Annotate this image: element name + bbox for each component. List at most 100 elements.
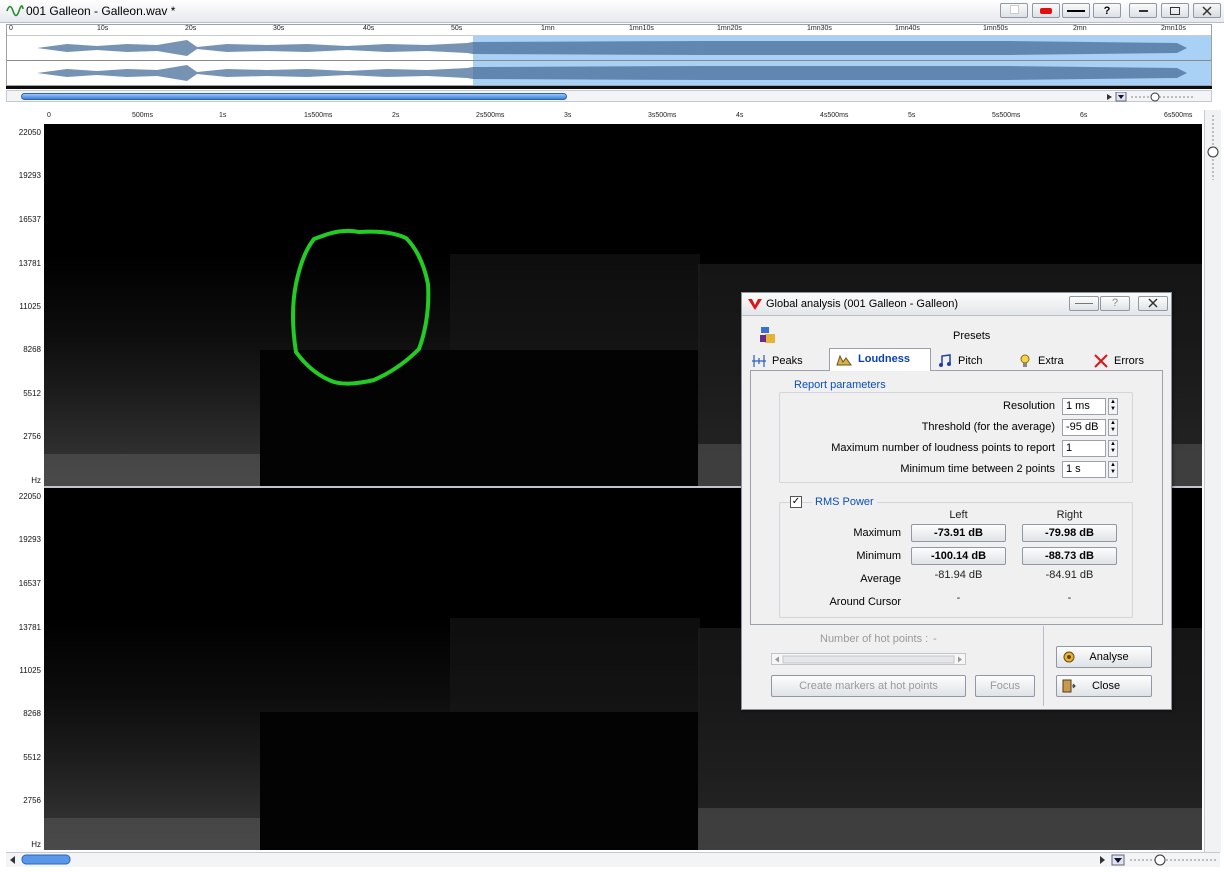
time-label: 5s500ms — [992, 112, 1021, 119]
freq-unit: Hz — [31, 840, 41, 849]
dialog-title-bar[interactable]: Global analysis (001 Galleon - Galleon) … — [742, 293, 1171, 316]
left-column-header: Left — [949, 509, 968, 521]
horizontal-scrollbar-bottom[interactable] — [6, 852, 1220, 867]
vertical-zoom-bar[interactable] — [1204, 110, 1221, 852]
around-cursor-label: Around Cursor — [829, 596, 901, 608]
rms-power-checkbox[interactable]: ✓ — [790, 496, 802, 508]
ruler-label: 40s — [363, 25, 375, 32]
freq-label: 5512 — [23, 389, 41, 398]
ruler-label: 0 — [9, 25, 13, 32]
time-ruler[interactable]: 0 500ms 1s 1s500ms 2s 2s500ms 3s 3s500ms… — [44, 110, 1202, 125]
max-points-label: Maximum number of loudness points to rep… — [831, 442, 1055, 454]
max-right-value[interactable]: -79.98 dB — [1022, 524, 1117, 542]
threshold-spinner[interactable]: ▲ ▼ — [1108, 419, 1118, 436]
time-label: 6s — [1080, 112, 1088, 119]
focus-button[interactable]: Focus — [975, 675, 1035, 697]
analyse-button[interactable]: Analyse — [1056, 646, 1152, 668]
tab-errors[interactable]: Errors — [1094, 351, 1170, 371]
ruler-label: 1mn40s — [895, 25, 920, 32]
help-button[interactable]: ? — [1093, 3, 1121, 18]
freq-label: 8268 — [23, 345, 41, 354]
minimum-label: Minimum — [856, 550, 901, 562]
max-left-value[interactable]: -73.91 dB — [911, 524, 1006, 542]
freq-label: 19293 — [18, 535, 41, 544]
stop-button[interactable] — [1000, 3, 1028, 18]
title-bar: 001 Galleon - Galleon.wav * ? — [0, 0, 1224, 23]
min-right-value[interactable]: -88.73 dB — [1022, 547, 1117, 565]
dialog-minimize-button[interactable] — [1069, 296, 1099, 311]
overview-ruler: 0 10s 20s 30s 40s 50s 1mn 1mn10s 1mn20s … — [7, 25, 1211, 36]
peaks-icon — [752, 355, 766, 368]
ruler-label: 10s — [97, 25, 109, 32]
zoom-controls[interactable] — [1105, 92, 1205, 102]
min-time-spinner[interactable]: ▲ ▼ — [1108, 461, 1118, 478]
ruler-label: 30s — [273, 25, 285, 32]
ruler-label: 1mn50s — [983, 25, 1008, 32]
time-label: 1s — [219, 112, 227, 119]
time-label: 2s500ms — [476, 112, 505, 119]
freq-label: 8268 — [23, 709, 41, 718]
scroll-thumb[interactable] — [21, 93, 567, 100]
min-left-value[interactable]: -100.14 dB — [911, 547, 1006, 565]
freq-label: 13781 — [18, 259, 41, 268]
cursor-left-value: - — [956, 592, 961, 604]
tab-pitch[interactable]: Pitch — [938, 351, 1014, 371]
line-tool-button[interactable] — [1062, 3, 1090, 18]
min-time-input[interactable]: 1 s — [1062, 461, 1106, 478]
global-analysis-dialog: Global analysis (001 Galleon - Galleon) … — [741, 292, 1172, 710]
time-label: 6s500ms — [1164, 112, 1193, 119]
presets-icon[interactable] — [759, 326, 777, 344]
avg-right-value: -84.91 dB — [1045, 569, 1094, 581]
freq-label: 22050 — [18, 128, 41, 137]
max-points-spinner[interactable]: ▲ ▼ — [1108, 440, 1118, 457]
ruler-label: 1mn10s — [629, 25, 654, 32]
threshold-label: Threshold (for the average) — [921, 421, 1055, 433]
analyse-label: Analyse — [1089, 651, 1129, 663]
resolution-input[interactable]: 1 ms — [1062, 398, 1106, 415]
loudness-icon — [836, 354, 852, 366]
hot-points-label: Number of hot points : — [820, 633, 929, 645]
time-label: 5s — [908, 112, 916, 119]
minimize-button[interactable] — [1129, 3, 1157, 18]
music-note-icon — [939, 354, 951, 368]
tab-label: Extra — [1038, 355, 1064, 367]
dialog-title: Global analysis (001 Galleon - Galleon) — [766, 298, 958, 310]
time-label: 3s500ms — [648, 112, 677, 119]
tab-label: Loudness — [858, 353, 910, 365]
red-x-icon — [1094, 354, 1108, 368]
frequency-axis-left: 22050 19293 16537 13781 11025 8268 5512 … — [6, 124, 44, 487]
dialog-help-button[interactable]: ? — [1100, 296, 1130, 311]
ruler-label: 1mn30s — [807, 25, 832, 32]
ruler-label: 50s — [451, 25, 463, 32]
tab-peaks[interactable]: Peaks — [752, 351, 828, 371]
report-parameters-legend: Report parameters — [791, 379, 889, 391]
frequency-axis-right-channel: 22050 19293 16537 13781 11025 8268 5512 … — [6, 488, 44, 850]
rms-power-legend[interactable]: RMS Power — [812, 496, 877, 508]
hot-points-scrollbar[interactable] — [771, 653, 966, 665]
close-button[interactable]: Close — [1056, 675, 1152, 697]
overview-panel[interactable]: 0 10s 20s 30s 40s 50s 1mn 1mn10s 1mn20s … — [6, 24, 1212, 86]
horizontal-scrollbar-top[interactable] — [6, 90, 1212, 102]
resolution-spinner[interactable]: ▲ ▼ — [1108, 398, 1118, 415]
ruler-label: 1mn20s — [717, 25, 742, 32]
min-time-label: Minimum time between 2 points — [900, 463, 1055, 475]
time-label: 4s — [736, 112, 744, 119]
create-markers-button[interactable]: Create markers at hot points — [771, 675, 966, 697]
close-window-button[interactable] — [1193, 3, 1221, 18]
max-points-input[interactable]: 1 — [1062, 440, 1106, 457]
selection-strip — [6, 86, 1212, 89]
freq-label: 22050 — [18, 492, 41, 501]
ruler-label: 2mn10s — [1161, 25, 1186, 32]
avg-left-value: -81.94 dB — [934, 569, 983, 581]
time-label: 3s — [564, 112, 572, 119]
dialog-close-button[interactable] — [1138, 296, 1168, 311]
vertical-zoom-slider[interactable] — [1205, 110, 1221, 852]
maximize-button[interactable] — [1161, 3, 1189, 18]
app-logo-icon — [6, 5, 24, 17]
tab-extra[interactable]: Extra — [1018, 351, 1094, 371]
presets-label[interactable]: Presets — [953, 330, 990, 342]
tab-loudness[interactable]: Loudness — [829, 348, 931, 371]
lightbulb-icon — [1020, 354, 1030, 368]
record-button[interactable] — [1032, 3, 1060, 18]
threshold-input[interactable]: -95 dB — [1062, 419, 1106, 436]
